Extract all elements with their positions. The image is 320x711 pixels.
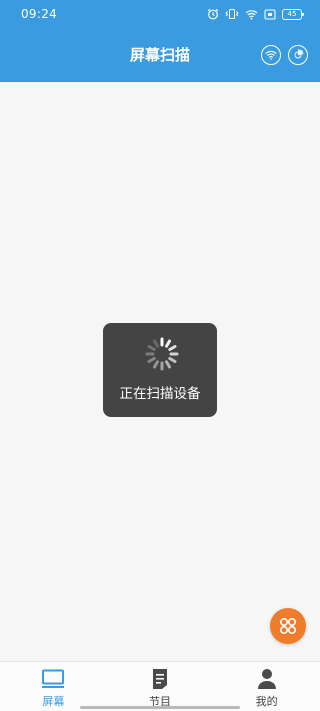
home-indicator: [80, 706, 240, 709]
radar-icon[interactable]: [288, 45, 308, 65]
monitor-icon: [42, 669, 65, 688]
alarm-icon: [207, 8, 219, 20]
status-time: 09:24: [21, 7, 58, 21]
status-bar: 09:24 45: [0, 0, 320, 28]
wifi-scan-icon[interactable]: [261, 45, 281, 65]
document-icon: [153, 669, 167, 689]
nav-item-mine[interactable]: 我的: [213, 662, 320, 711]
apps-grid-button[interactable]: [270, 608, 306, 644]
apps-grid-icon: [279, 617, 297, 635]
app-header: 09:24 45 屏幕扫描: [0, 0, 320, 82]
battery-icon: 45: [282, 8, 304, 20]
notification-icon: [264, 8, 276, 20]
status-icons: 45: [207, 7, 304, 21]
vibrate-icon: [225, 8, 239, 20]
nav-label-screen: 屏幕: [42, 695, 65, 708]
spinner-icon: [145, 337, 179, 371]
toast-message: 正在扫描设备: [119, 386, 201, 402]
nav-label-mine: 我的: [255, 695, 278, 708]
person-icon: [257, 669, 276, 689]
nav-item-screen[interactable]: 屏幕: [0, 662, 107, 711]
bottom-nav: 屏幕 节目 我的: [0, 661, 320, 711]
nav-item-program[interactable]: 节目: [107, 662, 214, 711]
loading-toast: 正在扫描设备: [103, 323, 217, 417]
wifi-icon: [245, 9, 258, 20]
screen: 09:24 45 屏幕扫描 正在扫描设备 屏幕 节目 我的: [0, 0, 320, 711]
